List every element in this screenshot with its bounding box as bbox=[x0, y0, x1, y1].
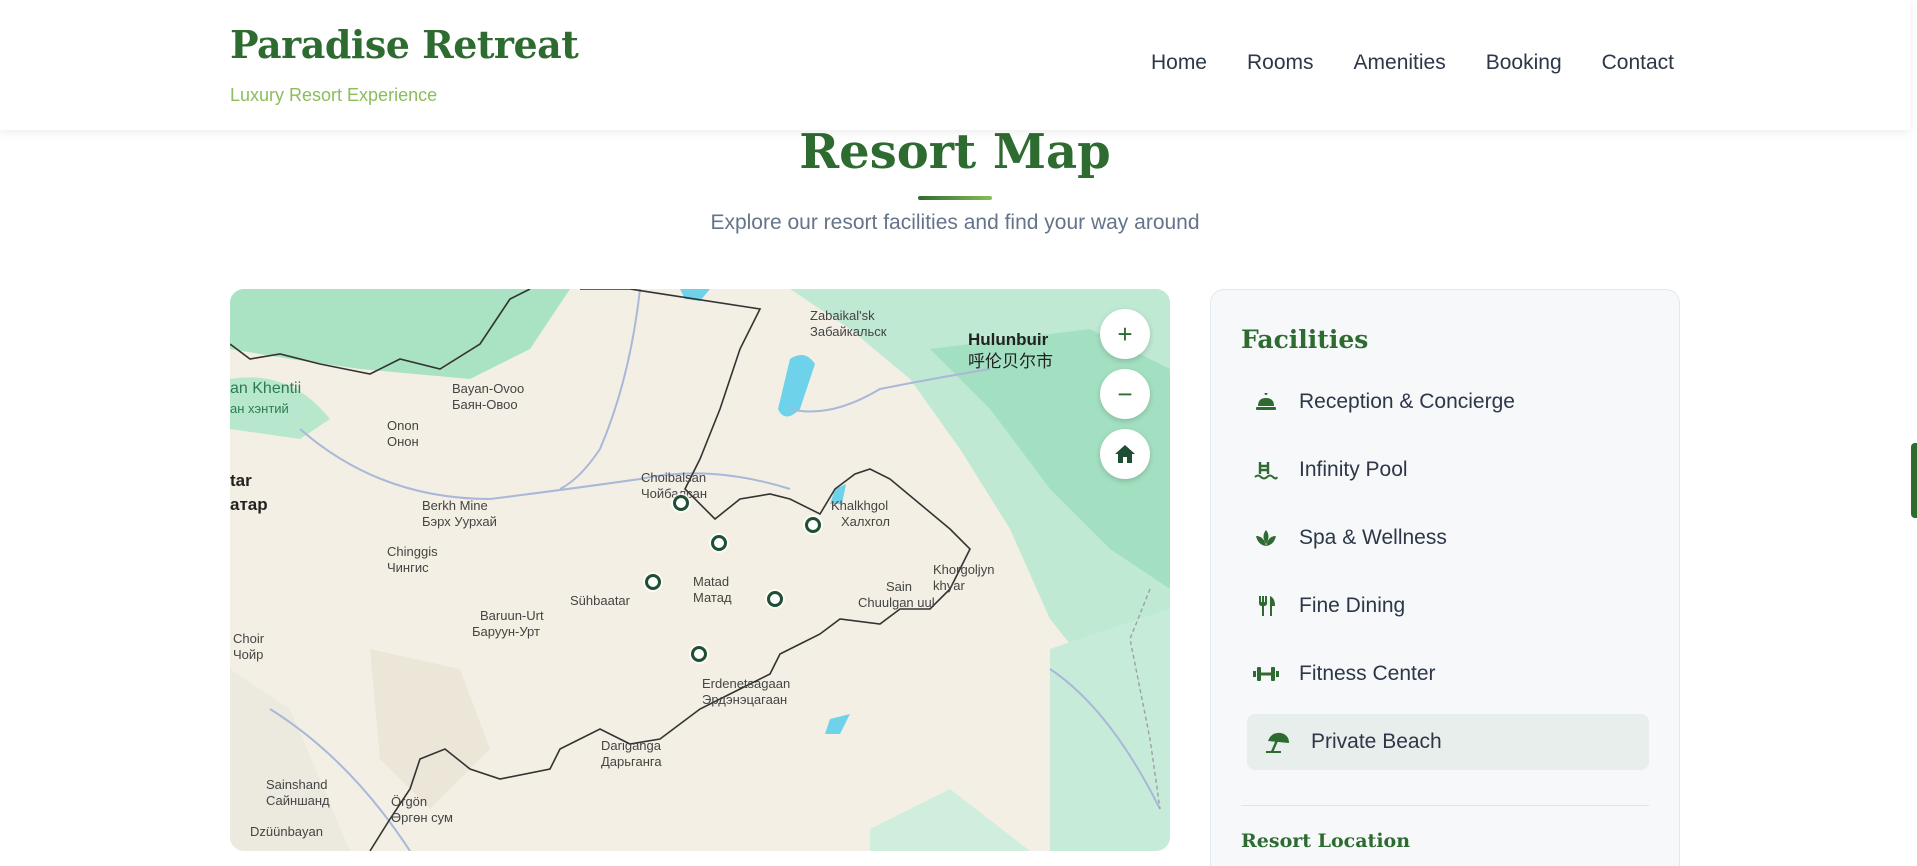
resort-map[interactable]: Zabaikal'sk Забайкальск Hulunbuir 呼伦贝尔市 a… bbox=[230, 289, 1170, 851]
facility-label: Spa & Wellness bbox=[1299, 526, 1447, 549]
map-label-berkh: Berkh Mine Бэрх Уурхай bbox=[422, 498, 497, 529]
map-label-sain: Sain Chuulgan uul bbox=[858, 579, 935, 610]
map-label-sainshand: Sainshand Сайншанд bbox=[266, 777, 330, 808]
facilities-list: Reception & Concierge Infinity Pool Spa … bbox=[1241, 374, 1649, 782]
spa-lotus-icon bbox=[1253, 527, 1279, 549]
map-label-hulunbuir: Hulunbuir bbox=[968, 330, 1049, 349]
facility-label: Fitness Center bbox=[1299, 662, 1436, 685]
map-label-matad: Matad Матад bbox=[693, 574, 732, 605]
facility-label: Private Beach bbox=[1311, 730, 1442, 753]
map-label-suhbaatar: Sühbaatar bbox=[570, 593, 630, 608]
side-feedback-tab[interactable] bbox=[1911, 443, 1917, 518]
facility-infinity-pool[interactable]: Infinity Pool bbox=[1241, 442, 1649, 498]
main-nav: Home Rooms Amenities Booking Contact bbox=[1151, 51, 1674, 75]
beach-umbrella-icon bbox=[1265, 731, 1291, 753]
map-label-orgon: Örgön Өргөн сум bbox=[391, 794, 453, 825]
map-label-bayanovoo: Bayan-Ovoo Баян-Овоо bbox=[452, 381, 525, 412]
map-label-zabaikalsk: Zabaikal'sk Забайкальск bbox=[810, 308, 887, 339]
title-divider bbox=[918, 196, 992, 200]
nav-booking-link[interactable]: Booking bbox=[1486, 51, 1562, 75]
zoom-in-button[interactable]: + bbox=[1100, 309, 1150, 359]
facilities-title: Facilities bbox=[1241, 325, 1369, 354]
facility-fitness[interactable]: Fitness Center bbox=[1241, 646, 1649, 702]
facility-label: Reception & Concierge bbox=[1299, 390, 1515, 413]
map-home-button[interactable] bbox=[1100, 429, 1150, 479]
map-label-khentii: an Khentii bbox=[230, 380, 302, 397]
zoom-out-button[interactable]: − bbox=[1100, 369, 1150, 419]
brand-tagline: Luxury Resort Experience bbox=[230, 85, 438, 105]
map-label-tar: tar атар bbox=[230, 471, 268, 514]
concierge-bell-icon bbox=[1253, 391, 1279, 413]
section-subtitle: Explore our resort facilities and find y… bbox=[710, 211, 1200, 234]
map-label-dariganga: Dariganga Дарьганга bbox=[601, 738, 662, 769]
map-label-dzuunbayan: Dzüünbayan bbox=[250, 824, 323, 839]
map-background bbox=[230, 289, 1170, 851]
map-label-baruunurt: Baruun-Urt Баруун-Урт bbox=[472, 608, 544, 639]
resort-location-title: Resort Location bbox=[1241, 830, 1411, 852]
facility-dining[interactable]: Fine Dining bbox=[1241, 578, 1649, 634]
home-icon bbox=[1115, 445, 1135, 463]
map-label-khorgoljyn: Khorgoljyn khyar bbox=[933, 562, 995, 593]
facilities-panel: Facilities Reception & Concierge Infinit… bbox=[1210, 289, 1680, 866]
facility-reception[interactable]: Reception & Concierge bbox=[1241, 374, 1649, 430]
nav-contact-link[interactable]: Contact bbox=[1602, 51, 1674, 75]
map-pin-beach[interactable] bbox=[691, 646, 707, 662]
nav-amenities-link[interactable]: Amenities bbox=[1354, 51, 1446, 75]
map-pin-dining[interactable] bbox=[645, 574, 661, 590]
map-label-khalkhgol: Khalkhgol Халхгол bbox=[831, 498, 890, 529]
map-label-hulunbuir-cn: 呼伦贝尔市 bbox=[968, 352, 1053, 371]
facility-private-beach[interactable]: Private Beach bbox=[1247, 714, 1649, 770]
facility-label: Infinity Pool bbox=[1299, 458, 1408, 481]
panel-divider bbox=[1241, 805, 1649, 806]
site-header: Paradise Retreat Luxury Resort Experienc… bbox=[0, 0, 1910, 130]
map-label-onon: Onon Онон bbox=[387, 418, 419, 449]
map-label-erdenetsagaan: Erdenetsagaan Эрдэнэцагаан bbox=[702, 676, 791, 707]
map-label-choir: Choir Чойр bbox=[233, 631, 265, 662]
map-label-chinggis: Chinggis Чингис bbox=[387, 544, 438, 575]
facility-spa[interactable]: Spa & Wellness bbox=[1241, 510, 1649, 566]
map-pin-fitness[interactable] bbox=[767, 591, 783, 607]
dumbbell-icon bbox=[1253, 663, 1279, 685]
brand-title[interactable]: Paradise Retreat bbox=[230, 22, 579, 67]
map-pin-reception[interactable] bbox=[673, 495, 689, 511]
section-title: Resort Map bbox=[799, 124, 1111, 180]
nav-rooms-link[interactable]: Rooms bbox=[1247, 51, 1314, 75]
utensils-icon bbox=[1253, 595, 1279, 617]
map-pin-spa[interactable] bbox=[805, 517, 821, 533]
map-pin-pool[interactable] bbox=[711, 535, 727, 551]
nav-home-link[interactable]: Home bbox=[1151, 51, 1207, 75]
map-label-khentii-cy: ан хэнтий bbox=[230, 401, 289, 416]
swimming-pool-icon bbox=[1253, 459, 1279, 481]
facility-label: Fine Dining bbox=[1299, 594, 1406, 617]
